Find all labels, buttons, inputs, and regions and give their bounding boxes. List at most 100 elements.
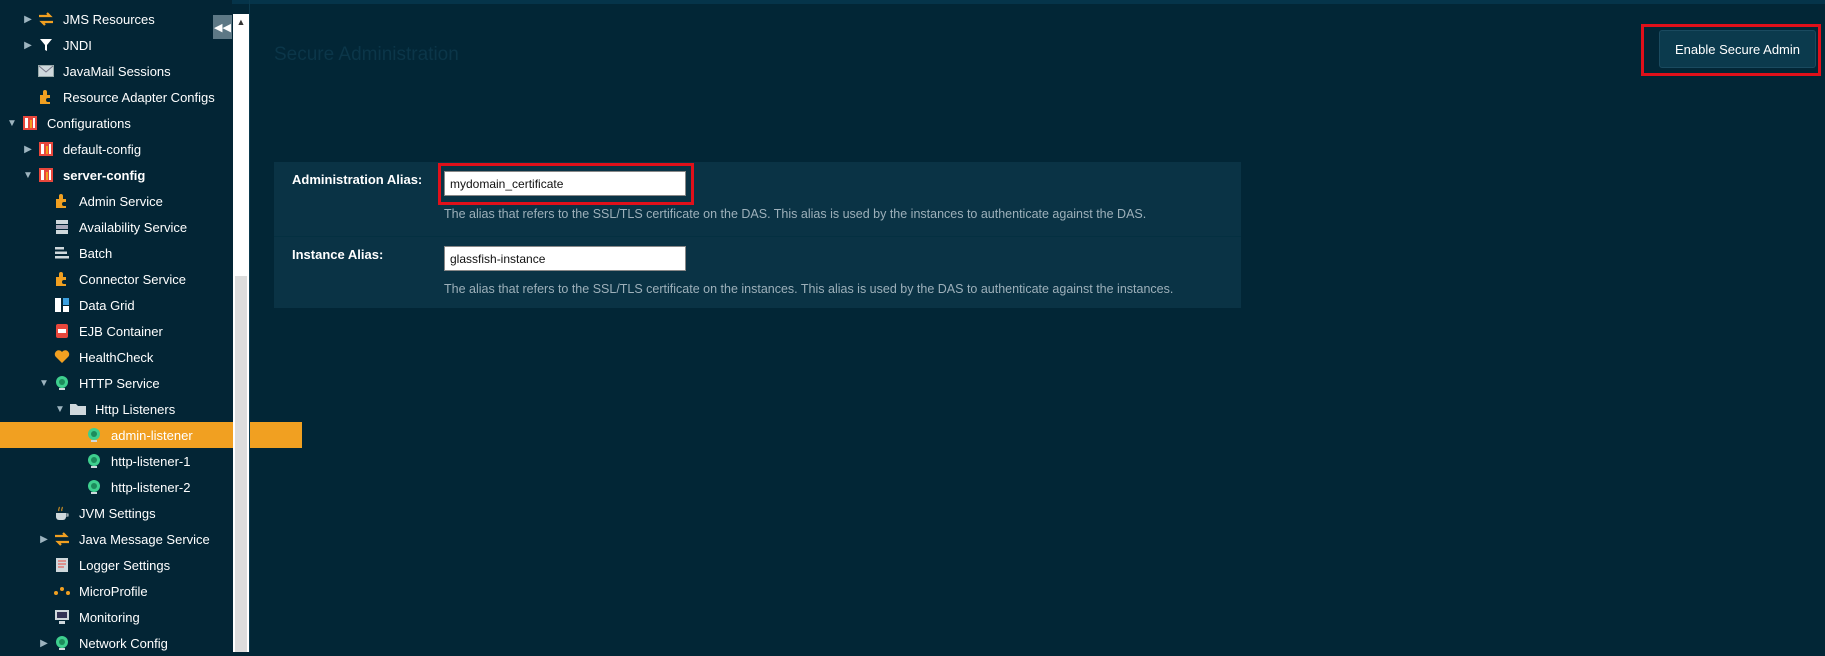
panel-divider[interactable] xyxy=(249,0,250,652)
expanded-arrow-icon[interactable]: ▼ xyxy=(38,378,50,389)
sidebar-item-label: Configurations xyxy=(47,115,131,131)
admin-alias-input[interactable] xyxy=(444,171,686,196)
instance-alias-input[interactable] xyxy=(444,246,686,271)
sidebar-item-configurations[interactable]: ▼ Configurations xyxy=(0,110,238,136)
server-icon xyxy=(53,218,71,236)
sidebar-item-label: Batch xyxy=(79,245,113,261)
sidebar-item-label: Logger Settings xyxy=(79,557,171,573)
config-icon xyxy=(21,114,39,132)
puzzle-icon xyxy=(53,270,71,288)
sidebar-item-label: http-listener-2 xyxy=(111,479,191,495)
sidebar-item-label: JNDI xyxy=(63,37,92,53)
instance-alias-row: Instance Alias: The alias that refers to… xyxy=(274,236,1241,309)
jar-icon xyxy=(53,322,71,340)
collapsed-arrow-icon[interactable]: ▶ xyxy=(38,534,50,545)
config-icon xyxy=(37,140,55,158)
navigation-tree: ▶ JMS Resources ▶ JNDI JavaMail Sessions Reso… xyxy=(0,0,302,652)
sidebar-item-label: Availability Service xyxy=(79,219,188,235)
globe-icon xyxy=(85,452,103,470)
sidebar-item-default-config[interactable]: ▶ default-config xyxy=(0,136,254,162)
scroll-up-icon[interactable]: ▲ xyxy=(233,14,249,30)
sidebar-item-data-grid[interactable]: Data Grid xyxy=(0,292,270,318)
collapsed-arrow-icon[interactable]: ▶ xyxy=(22,14,34,25)
sidebar-item-microprofile[interactable]: MicroProfile xyxy=(0,578,270,604)
globe-icon xyxy=(53,374,71,392)
expanded-arrow-icon[interactable]: ▼ xyxy=(6,118,18,129)
sidebar-item-label: Resource Adapter Configs xyxy=(63,89,215,105)
sidebar-item-label: Network Config xyxy=(79,635,168,651)
collapsed-arrow-icon[interactable]: ▶ xyxy=(22,40,34,51)
sidebar-item-admin-listener[interactable]: admin-listener xyxy=(0,422,302,448)
sidebar-item-resource-adapter-configs[interactable]: Resource Adapter Configs xyxy=(0,84,254,110)
sidebar-item-label: Connector Service xyxy=(79,271,186,287)
sidebar-item-label: server-config xyxy=(63,167,146,183)
sidebar-item-label: JavaMail Sessions xyxy=(63,63,171,79)
puzzle-icon xyxy=(37,88,55,106)
puzzle-icon xyxy=(53,192,71,210)
sidebar-item-label: JMS Resources xyxy=(63,11,155,27)
sidebar-item-label: EJB Container xyxy=(79,323,163,339)
collapsed-arrow-icon[interactable]: ▶ xyxy=(22,144,34,155)
batch-icon xyxy=(53,244,71,262)
sidebar-item-label: Data Grid xyxy=(79,297,135,313)
sidebar-item-http-service[interactable]: ▼ HTTP Service xyxy=(0,370,270,396)
expanded-arrow-icon[interactable]: ▼ xyxy=(22,170,34,181)
sidebar-item-ejb-container[interactable]: EJB Container xyxy=(0,318,270,344)
enable-secure-admin-button[interactable]: Enable Secure Admin xyxy=(1659,30,1816,68)
sidebar-item-java-message-service[interactable]: ▶ Java Message Service xyxy=(0,526,270,552)
admin-alias-row: Administration Alias: The alias that ref… xyxy=(274,162,1241,234)
page-title: Secure Administration xyxy=(274,44,459,65)
microprofile-icon xyxy=(53,582,71,600)
sidebar-item-network-config[interactable]: ▶ Network Config xyxy=(0,630,270,656)
sidebar-item-label: Http Listeners xyxy=(95,401,176,417)
sidebar-scrollbar[interactable]: ▲ xyxy=(233,14,249,652)
sidebar-item-label: default-config xyxy=(63,141,142,157)
sidebar-item-label: HTTP Service xyxy=(79,375,160,391)
monitor-icon xyxy=(53,608,71,626)
mail-icon xyxy=(37,62,55,80)
instance-alias-help: The alias that refers to the SSL/TLS cer… xyxy=(444,282,1174,296)
folder-icon xyxy=(69,400,87,418)
collapse-sidebar-button[interactable]: ◀◀ xyxy=(213,15,232,39)
sidebar-item-label: MicroProfile xyxy=(79,583,148,599)
sidebar-item-logger-settings[interactable]: Logger Settings xyxy=(0,552,270,578)
filter-icon xyxy=(37,36,55,54)
sidebar-item-label: HealthCheck xyxy=(79,349,154,365)
sidebar-item-admin-service[interactable]: Admin Service xyxy=(0,188,270,214)
globe-icon xyxy=(53,634,71,652)
top-border xyxy=(0,0,1825,4)
config-icon xyxy=(37,166,55,184)
expanded-arrow-icon[interactable]: ▼ xyxy=(54,404,66,415)
sidebar-item-label: Monitoring xyxy=(79,609,140,625)
instance-alias-label: Instance Alias: xyxy=(292,247,384,262)
sidebar-item-label: Admin Service xyxy=(79,193,163,209)
admin-alias-help: The alias that refers to the SSL/TLS cer… xyxy=(444,207,1147,221)
sidebar-item-jvm-settings[interactable]: JVM Settings xyxy=(0,500,270,526)
sidebar-item-javamail-sessions[interactable]: JavaMail Sessions xyxy=(0,58,254,84)
sidebar-item-healthcheck[interactable]: HealthCheck xyxy=(0,344,270,370)
log-icon xyxy=(53,556,71,574)
heart-icon xyxy=(53,348,71,366)
admin-alias-label: Administration Alias: xyxy=(292,172,423,187)
coffee-icon xyxy=(53,504,71,522)
sidebar-item-availability-service[interactable]: Availability Service xyxy=(0,214,270,240)
sidebar-item-http-listener-2[interactable]: http-listener-2 xyxy=(0,474,302,500)
sidebar-item-label: Java Message Service xyxy=(79,531,210,547)
sidebar-item-label: admin-listener xyxy=(111,427,193,443)
arrows-exchange-icon xyxy=(53,530,71,548)
globe-icon xyxy=(85,478,103,496)
sidebar-item-monitoring[interactable]: Monitoring xyxy=(0,604,270,630)
sidebar-item-label: JVM Settings xyxy=(79,505,156,521)
sidebar-item-connector-service[interactable]: Connector Service xyxy=(0,266,270,292)
sidebar-item-batch[interactable]: Batch xyxy=(0,240,270,266)
sidebar-item-http-listener-1[interactable]: http-listener-1 xyxy=(0,448,302,474)
sidebar-item-label: http-listener-1 xyxy=(111,453,191,469)
double-chevron-left-icon: ◀◀ xyxy=(214,21,231,34)
grid-icon xyxy=(53,296,71,314)
scroll-thumb[interactable] xyxy=(235,276,247,652)
secure-admin-form: Administration Alias: The alias that ref… xyxy=(274,162,1241,308)
sidebar-item-server-config[interactable]: ▼ server-config xyxy=(0,162,254,188)
collapsed-arrow-icon[interactable]: ▶ xyxy=(38,638,50,649)
arrows-exchange-icon xyxy=(37,10,55,28)
globe-icon xyxy=(85,426,103,444)
